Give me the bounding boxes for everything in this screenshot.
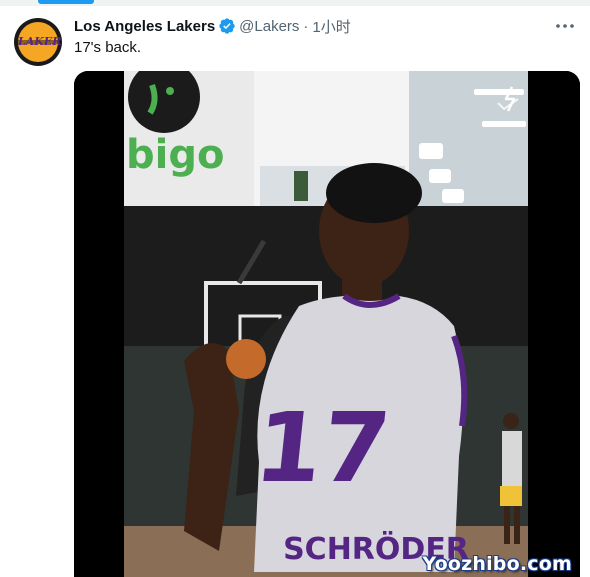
avatar[interactable]: LAKERS	[14, 18, 62, 66]
watermark-text: Yoozhibo.com	[422, 553, 572, 575]
tweet-timestamp[interactable]: 1小时	[312, 16, 350, 37]
top-tab-strip	[0, 0, 590, 6]
lakers-logo: LAKERS	[18, 22, 62, 62]
video-frame: 17 SCHRÖDER bigo	[74, 71, 580, 577]
more-options-icon[interactable]	[554, 18, 576, 34]
tweet-text: 17's back.	[74, 39, 142, 56]
header-separator: ·	[303, 17, 309, 35]
tweet-header: Los Angeles Lakers @Lakers · 1小时	[74, 16, 351, 36]
author-name[interactable]: Los Angeles Lakers	[74, 18, 215, 35]
verified-badge-icon	[219, 18, 235, 34]
active-tab-indicator	[38, 0, 94, 4]
author-handle[interactable]: @Lakers	[239, 18, 299, 35]
tweet-media-video[interactable]: 17 SCHRÖDER bigo Yoozhibo.com	[74, 71, 580, 577]
wall-sign-text: bigo	[126, 132, 224, 178]
jersey-number: 17	[250, 392, 395, 504]
avatar-logo-text: LAKERS	[18, 35, 62, 48]
